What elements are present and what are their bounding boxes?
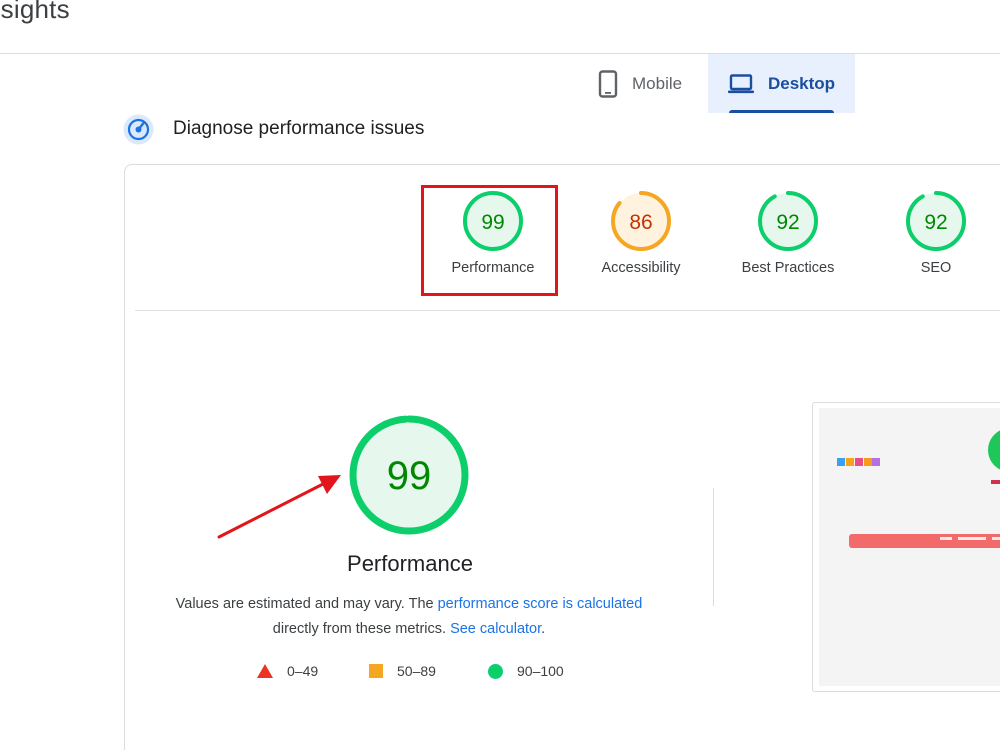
- gauge-label: Best Practices: [741, 260, 835, 276]
- circle-icon: [488, 663, 503, 679]
- category-gauge-best-practices[interactable]: 92 Best Practices: [713, 190, 863, 276]
- phone-icon: [598, 69, 618, 98]
- laptop-icon: [728, 73, 754, 94]
- legend-item-fail: 0–49: [257, 663, 318, 679]
- gauge-ring: 86: [611, 191, 671, 251]
- thumbnail-block: [855, 458, 863, 466]
- desc-text-2: directly from these metrics.: [272, 621, 451, 637]
- gauge-ring: 92: [906, 191, 966, 251]
- thumbnail-nav-text: [958, 537, 986, 540]
- performance-score-link[interactable]: performance score is calculated: [438, 596, 643, 612]
- gauge-icon: [123, 114, 154, 145]
- score-description: Values are estimated and may vary. The p…: [150, 592, 668, 642]
- tab-mobile-label: Mobile: [632, 73, 683, 93]
- gauge-score: 92: [776, 211, 799, 234]
- gauge-ring: 92: [758, 191, 818, 251]
- triangle-icon: [257, 664, 273, 678]
- app-header: nsights: [0, 0, 1000, 54]
- tab-mobile[interactable]: Mobile: [586, 54, 706, 113]
- page: nsights Mobile Desktop Diagnose p: [0, 0, 1000, 750]
- see-calculator-link[interactable]: See calculator: [450, 621, 541, 637]
- thumbnail-nav-text: [940, 537, 952, 540]
- diagnose-title: Diagnose performance issues: [173, 118, 425, 139]
- gauge-label: Accessibility: [601, 260, 681, 276]
- gauge-label: SEO: [920, 260, 952, 276]
- gauge-score: 92: [924, 211, 947, 234]
- legend-range: 50–89: [397, 663, 436, 679]
- desc-text-3: .: [541, 621, 546, 637]
- app-title: nsights: [0, 0, 70, 24]
- desc-text-1: Values are estimated and may vary. The: [175, 596, 438, 612]
- annotation-highlight-box: [421, 185, 558, 296]
- main-score-label: Performance: [347, 551, 473, 576]
- legend-item-average: 50–89: [369, 663, 436, 679]
- gauge-score: 86: [629, 211, 652, 234]
- tab-selected-indicator: [729, 110, 834, 113]
- tab-desktop-label: Desktop: [768, 73, 836, 93]
- category-gauge-seo[interactable]: 92 SEO: [861, 190, 1000, 276]
- thumbnail-block: [837, 458, 845, 466]
- legend-range: 90–100: [517, 663, 564, 679]
- thumbnail-block: [864, 458, 872, 466]
- legend-range: 0–49: [287, 663, 319, 679]
- square-icon: [369, 664, 383, 678]
- thumbnail-nav-text: [992, 537, 1000, 540]
- vertical-divider: [713, 488, 714, 606]
- thumbnail-logo-text: [991, 480, 1000, 484]
- main-score-gauge: 99: [348, 414, 470, 536]
- main-score-value: 99: [387, 454, 432, 498]
- gauges-divider: [135, 310, 1000, 311]
- legend-item-pass: 90–100: [488, 663, 564, 679]
- tab-desktop[interactable]: Desktop: [708, 54, 855, 113]
- category-gauge-accessibility[interactable]: 86 Accessibility: [566, 190, 716, 276]
- thumbnail-block: [872, 458, 880, 466]
- thumbnail-block: [846, 458, 854, 466]
